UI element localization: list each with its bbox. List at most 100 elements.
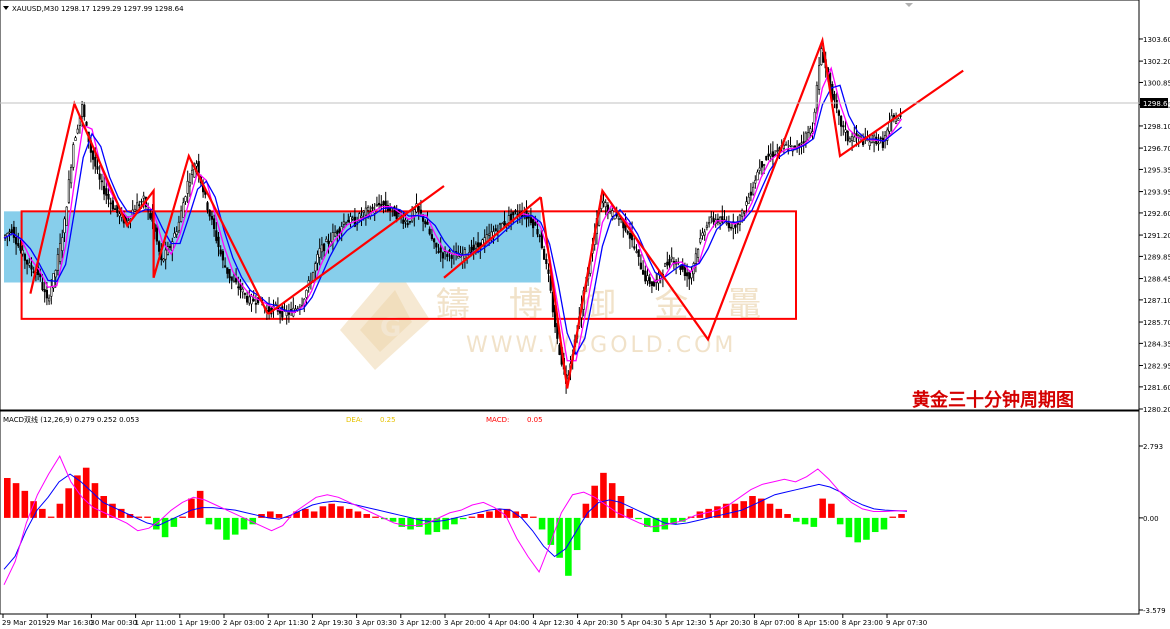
candle-body [474, 243, 478, 249]
candle-body [668, 259, 671, 266]
candle-body [47, 297, 51, 302]
candle-body [413, 209, 416, 216]
price-tick-label: 1296.70 [1143, 145, 1170, 153]
chart-canvas: G 鑄 博 御 金 鼉 WWW.WBGOLD.COM 1303.601302.2… [0, 0, 1170, 627]
candle-body [45, 290, 48, 299]
candle-body [688, 271, 691, 280]
candle-body [705, 225, 708, 228]
candle-body [305, 290, 308, 298]
candle-body [617, 218, 620, 220]
candle-body [228, 268, 231, 279]
candle-body [430, 234, 434, 240]
macd-bar [828, 503, 835, 518]
macd-bar [836, 517, 844, 525]
macd-bar [626, 508, 634, 518]
candle-body [633, 246, 636, 249]
candle-body [446, 254, 449, 257]
macd-bar [354, 511, 362, 518]
candle-body [61, 237, 64, 251]
candle-body [10, 229, 13, 234]
candle-body [815, 85, 818, 109]
time-tick-label: 2 Apr 03:00 [223, 619, 264, 627]
candle-body [804, 132, 807, 142]
candle-body [318, 248, 321, 258]
candle-body [457, 256, 460, 259]
macd-bar [74, 475, 81, 518]
time-tick-label: 3 Apr 12:00 [400, 619, 441, 627]
dea-value: 0.25 [380, 416, 396, 424]
candle-body [641, 270, 645, 275]
candle-body [450, 255, 453, 259]
macd-bar [854, 517, 861, 543]
candle-body [817, 65, 821, 90]
candle-body [404, 220, 407, 223]
candle-body [217, 236, 220, 248]
candle-body [377, 202, 381, 206]
candle-body [360, 215, 363, 218]
candle-body [347, 219, 350, 223]
time-axis: 29 Mar 2019 29 Mar 16:3030 Mar 00:301 Apr… [2, 614, 927, 627]
candle-body [800, 142, 803, 145]
candle-body [439, 247, 442, 253]
candle-body [789, 145, 792, 147]
time-tick-label: 29 Mar 2019 [2, 619, 46, 627]
time-tick-label: 5 Apr 12:30 [665, 619, 706, 627]
candle-body [639, 262, 642, 270]
macd-bar [600, 472, 607, 518]
macd-bar [56, 503, 64, 518]
candle-body [760, 161, 763, 168]
candle-body [98, 173, 101, 180]
macd-bar [810, 517, 818, 527]
candle-body [162, 258, 165, 262]
macd-bar [214, 517, 221, 530]
candle-body [158, 241, 161, 252]
candle-body [476, 242, 480, 248]
price-tick-label: 1295.35 [1143, 166, 1170, 174]
time-tick-label: 3 Apr 20:00 [444, 619, 485, 627]
candle-body [219, 249, 222, 255]
macd-bar [372, 516, 379, 518]
candle-body [138, 204, 141, 206]
candle-body [105, 188, 108, 196]
time-tick-label: 30 Mar 00:30 [90, 619, 137, 627]
macd-bar [819, 498, 826, 518]
candle-body [402, 219, 405, 224]
time-tick-label: 8 Apr 07:00 [753, 619, 794, 627]
time-tick-label: 8 Apr 15:00 [798, 619, 839, 627]
candle-body [531, 219, 535, 229]
candle-body [747, 196, 750, 204]
price-tick-label: 1288.45 [1143, 276, 1170, 284]
price-tick-label: 1285.70 [1143, 319, 1170, 327]
candle-body [50, 286, 53, 297]
candle-body [710, 216, 713, 218]
macd-bar [179, 516, 186, 518]
candle-body [175, 231, 178, 235]
macd-bar [337, 506, 344, 518]
candle-body [428, 228, 431, 235]
candle-body [844, 129, 847, 133]
candle-body [897, 118, 900, 121]
candle-body [8, 231, 11, 234]
candle-body [408, 220, 412, 223]
candle-body [213, 218, 216, 229]
candle-body [267, 306, 271, 313]
candle-body [133, 208, 137, 212]
candle-body [685, 272, 689, 277]
candle-body [406, 223, 409, 226]
macd-bar [477, 514, 484, 518]
candle-body [754, 179, 757, 184]
price-tick-label: 1291.20 [1143, 232, 1170, 240]
macd-bar [82, 467, 90, 518]
candle-body [751, 186, 755, 195]
macd-bar [486, 511, 493, 518]
candle-body [487, 233, 491, 236]
candle-body [285, 311, 288, 316]
candle-body [327, 240, 330, 244]
macd-bar [898, 514, 905, 518]
candle-body [701, 232, 704, 236]
time-tick-label: 4 Apr 04:00 [488, 619, 529, 627]
candle-body [432, 238, 436, 243]
candle-body [15, 237, 18, 245]
candle-body [749, 191, 752, 196]
candle-body [507, 215, 511, 223]
